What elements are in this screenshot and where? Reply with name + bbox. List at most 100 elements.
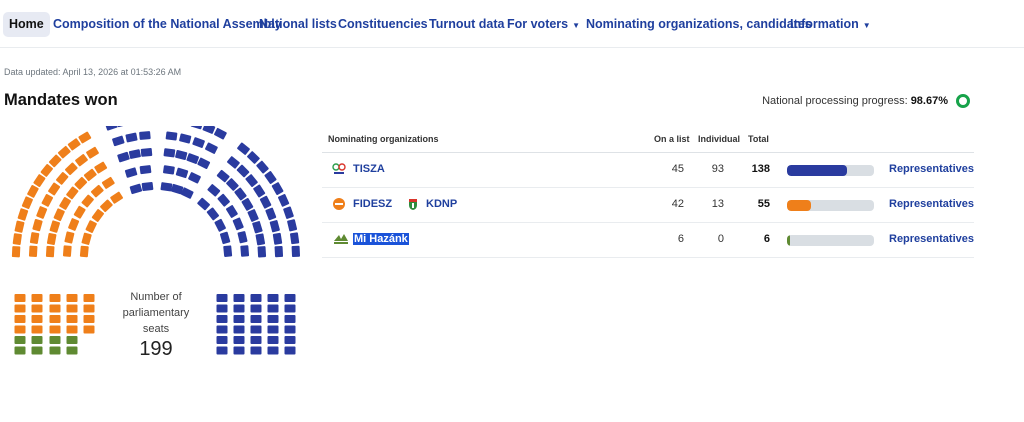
seat-tisza bbox=[139, 165, 152, 175]
seat-tisza bbox=[245, 174, 258, 187]
seat-fidesz bbox=[86, 146, 99, 159]
nav-turnout-data[interactable]: Turnout data bbox=[429, 12, 504, 37]
seat-fidesz bbox=[49, 315, 61, 323]
nav-national-lists[interactable]: National lists bbox=[259, 12, 337, 37]
seat-fidesz bbox=[41, 194, 54, 207]
seat-tisza bbox=[278, 194, 290, 207]
seat-tisza bbox=[265, 207, 277, 221]
seat-fidesz bbox=[14, 315, 26, 323]
seat-fidesz bbox=[27, 185, 39, 198]
seat-tisza bbox=[175, 150, 188, 160]
tisza-logo-icon bbox=[332, 163, 346, 174]
party-link-fidesz[interactable]: FIDESZ bbox=[353, 198, 392, 210]
seat-tisza bbox=[186, 153, 199, 164]
seat-tisza bbox=[214, 127, 227, 140]
representatives-link[interactable]: Representatives bbox=[889, 233, 974, 245]
representatives-link[interactable]: Representatives bbox=[889, 198, 974, 210]
cell-individual: 0 bbox=[717, 233, 724, 245]
seat-fidesz bbox=[83, 315, 95, 323]
seat-tisza bbox=[252, 221, 263, 234]
seat-tisza bbox=[237, 231, 248, 244]
seat-caption-line-2: parliamentary bbox=[122, 307, 190, 319]
nav-home[interactable]: Home bbox=[3, 12, 50, 37]
seat-tisza bbox=[216, 294, 228, 302]
seat-fidesz bbox=[14, 220, 25, 233]
seat-tisza bbox=[205, 142, 218, 154]
nav-information[interactable]: Information ▼ bbox=[790, 12, 871, 37]
seat-fidesz bbox=[53, 208, 65, 222]
seat-fidesz bbox=[49, 325, 61, 334]
data-updated-text: Data updated: April 13, 2026 at 01:53:26… bbox=[4, 67, 182, 77]
seat-tisza bbox=[188, 172, 201, 184]
header-on-a-list: On a list bbox=[654, 134, 690, 144]
seat-tisza bbox=[233, 346, 245, 355]
seat-tisza bbox=[267, 336, 279, 344]
seat-tisza bbox=[207, 184, 221, 197]
seat-fidesz bbox=[110, 191, 124, 204]
seat-caption-line-1: Number of bbox=[130, 291, 182, 303]
seat-tisza bbox=[175, 167, 189, 179]
party-link-mi-hazank[interactable]: Mi Hazánk bbox=[353, 233, 409, 245]
seat-mi-hazank bbox=[14, 346, 26, 355]
representatives-link[interactable]: Representatives bbox=[889, 163, 974, 175]
party-link-tisza[interactable]: TISZA bbox=[353, 163, 385, 175]
seat-tisza bbox=[267, 315, 279, 323]
seat-tisza bbox=[129, 183, 143, 195]
seat-fidesz bbox=[74, 176, 88, 190]
seat-fidesz bbox=[45, 245, 55, 258]
seat-tisza bbox=[233, 336, 245, 344]
seat-fidesz bbox=[75, 154, 88, 167]
seat-tisza bbox=[124, 167, 138, 178]
seat-mi-hazank bbox=[31, 346, 43, 355]
seat-tisza bbox=[272, 232, 283, 245]
seat-fidesz bbox=[68, 218, 80, 231]
nav-for-voters[interactable]: For voters ▼ bbox=[507, 12, 580, 37]
nav-nominating-organizations[interactable]: Nominating organizations, candidates bbox=[586, 12, 812, 37]
seat-tisza bbox=[256, 160, 269, 174]
seat-tisza bbox=[197, 197, 210, 211]
seat-fidesz bbox=[21, 196, 33, 210]
seat-fidesz bbox=[57, 145, 71, 159]
seat-fidesz bbox=[62, 245, 72, 257]
seat-tisza bbox=[283, 206, 294, 219]
seat-tisza bbox=[105, 126, 118, 131]
seat-tisza bbox=[179, 133, 192, 144]
cell-on-a-list: 45 bbox=[671, 163, 684, 175]
cell-individual: 93 bbox=[711, 163, 724, 175]
seat-tisza bbox=[271, 182, 284, 195]
chevron-down-icon: ▼ bbox=[572, 21, 581, 30]
seat-tisza bbox=[139, 131, 151, 140]
seat-tisza bbox=[287, 219, 298, 232]
top-navbar: Home Composition of the National Assembl… bbox=[0, 0, 1024, 48]
seat-tisza bbox=[250, 325, 262, 334]
seat-fidesz bbox=[14, 294, 26, 302]
progress-label-text: National processing progress: bbox=[762, 95, 911, 107]
seat-tisza bbox=[128, 149, 141, 159]
seat-tisza bbox=[257, 246, 267, 258]
table-row: Mi Hazánk 6 0 6 Representatives bbox=[322, 223, 974, 258]
seat-tisza bbox=[237, 142, 250, 155]
share-bar bbox=[787, 165, 874, 176]
seat-tisza bbox=[240, 245, 250, 257]
seat-tisza bbox=[250, 294, 262, 302]
nav-composition[interactable]: Composition of the National Assembly bbox=[53, 12, 282, 37]
seat-fidesz bbox=[83, 294, 95, 302]
seat-tisza bbox=[289, 232, 300, 245]
seat-fidesz bbox=[100, 199, 113, 213]
seat-fidesz bbox=[32, 218, 43, 232]
seat-tisza bbox=[216, 304, 228, 313]
seat-tisza bbox=[291, 245, 301, 258]
seat-tisza bbox=[117, 151, 130, 163]
seat-tisza bbox=[197, 157, 211, 170]
seat-fidesz bbox=[49, 220, 60, 233]
seat-fidesz bbox=[59, 196, 71, 210]
fidesz-logo-icon bbox=[333, 198, 345, 210]
seat-tisza bbox=[225, 205, 238, 218]
seat-fidesz bbox=[31, 294, 43, 302]
seat-tisza bbox=[267, 346, 279, 355]
seat-tisza bbox=[250, 315, 262, 323]
nav-constituencies[interactable]: Constituencies bbox=[338, 12, 428, 37]
party-link-kdnp[interactable]: KDNP bbox=[426, 198, 457, 210]
seat-tisza bbox=[217, 193, 230, 207]
seat-mi-hazank bbox=[14, 336, 26, 344]
